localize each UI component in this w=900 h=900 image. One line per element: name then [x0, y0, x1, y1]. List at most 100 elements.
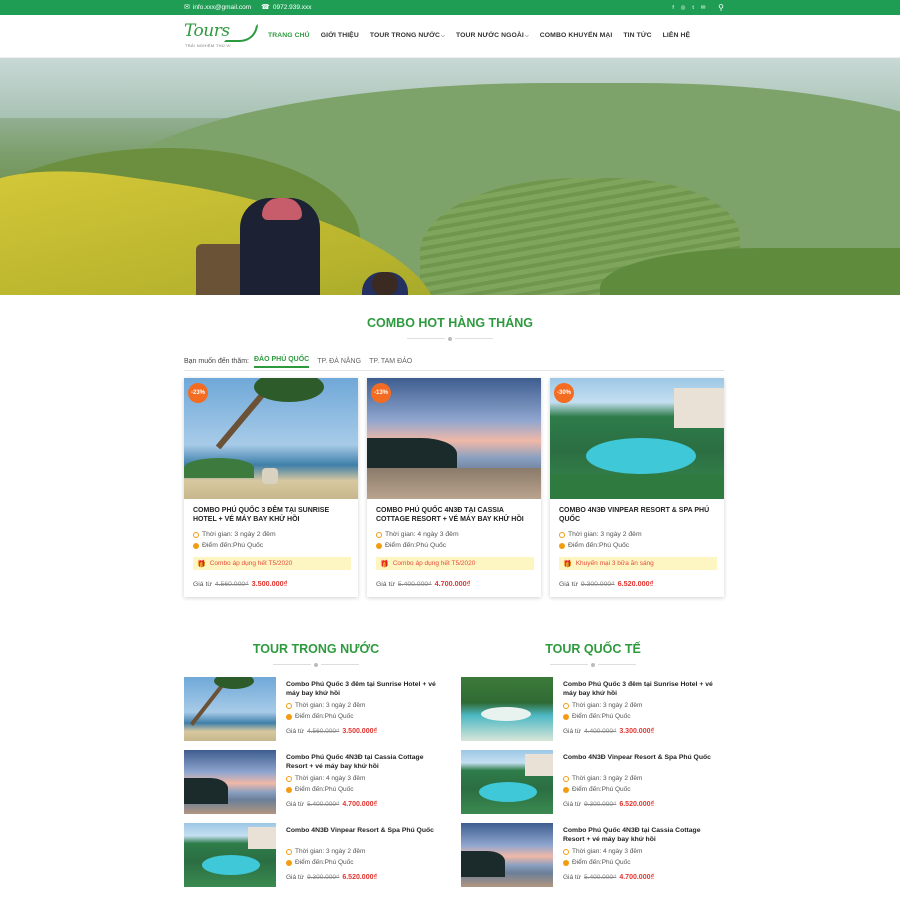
new-price: 4.700.000₫ — [619, 874, 655, 881]
duration-text: Thời gian: 3 ngày 2 đêm — [202, 531, 276, 538]
card-title[interactable]: COMBO PHÚ QUỐC 3 ĐÊM TẠI SUNRISE HOTEL +… — [193, 506, 350, 524]
card-title[interactable]: COMBO PHÚ QUỐC 4N3Đ TẠI CASSIA COTTAGE R… — [376, 506, 533, 524]
card-image[interactable] — [367, 378, 541, 499]
nav-combo-promo[interactable]: COMBO KHUYẾN MẠI — [540, 32, 613, 39]
list-destination: Điểm đến:Phú Quốc — [286, 786, 354, 793]
tab-da-nang[interactable]: TP. ĐÀ NẴNG — [317, 358, 361, 368]
hero-child-head — [372, 272, 398, 295]
duration-text: Thời gian: 3 ngày 2 đêm — [568, 531, 642, 538]
nav-contact[interactable]: LIÊN HỆ — [663, 32, 691, 39]
tabs-underline — [184, 370, 724, 371]
swing-people — [262, 468, 278, 484]
phone-text[interactable]: 0972.939.xxx — [273, 4, 312, 11]
list-thumb[interactable] — [184, 750, 276, 814]
nav-foreign-tours[interactable]: TOUR NƯỚC NGOÀI⌵ — [456, 32, 529, 39]
combo-card[interactable]: -30% COMBO 4N3Đ VINPEAR RESORT & SPA PHÚ… — [550, 378, 724, 597]
price-label: Giá từ — [563, 874, 582, 881]
list-price: Giá từ 4.400.000₫ 3.300.000₫ — [563, 728, 654, 735]
card-price: Giá từ 9.300.000₫ 6.520.000₫ — [559, 579, 653, 588]
phone-contact[interactable]: ☎ 0972.939.xxx — [261, 4, 311, 11]
list-destination: Điểm đến:Phú Quốc — [563, 786, 631, 793]
combo-card[interactable]: -13% COMBO PHÚ QUỐC 4N3Đ TẠI CASSIA COTT… — [367, 378, 541, 597]
clock-icon — [376, 531, 382, 538]
title-divider — [380, 336, 520, 341]
pool — [586, 438, 696, 474]
tab-tam-dao[interactable]: TP. TAM ĐẢO — [369, 358, 412, 368]
card-promo: 🎁 Combo áp dụng hết T5/2020 — [193, 557, 351, 570]
resort-building — [674, 388, 724, 428]
list-destination: Điểm đến:Phú Quốc — [563, 713, 631, 720]
list-item[interactable]: Combo Phú Quốc 3 đêm tại Sunrise Hotel +… — [461, 677, 731, 743]
list-title[interactable]: Combo Phú Quốc 4N3Đ tại Cassia Cottage R… — [563, 826, 723, 844]
card-promo: 🎁 Combo áp dụng hết T5/2020 — [376, 557, 534, 570]
price-label: Giá từ — [563, 728, 582, 735]
site-logo[interactable]: Tours TRẢI NGHIỆM THÚ VỊ — [184, 21, 258, 51]
island — [184, 458, 254, 478]
location-icon — [563, 713, 569, 720]
list-duration: Thời gian: 4 ngày 3 đêm — [286, 775, 365, 782]
chevron-down-icon: ⌵ — [441, 33, 445, 39]
card-destination: Điểm đến:Phú Quốc — [193, 542, 263, 549]
list-title[interactable]: Combo 4N3Đ Vinpear Resort & Spa Phú Quốc — [563, 753, 723, 762]
list-thumb[interactable] — [184, 823, 276, 887]
list-title[interactable]: Combo 4N3Đ Vinpear Resort & Spa Phú Quốc — [286, 826, 446, 835]
list-item[interactable]: Combo 4N3Đ Vinpear Resort & Spa Phú Quốc… — [184, 823, 454, 889]
clock-icon — [563, 848, 569, 855]
card-image[interactable] — [184, 378, 358, 499]
list-thumb[interactable] — [184, 677, 276, 741]
combo-card[interactable]: -23% COMBO PHÚ QUỐC 3 ĐÊM TẠI SUNRISE HO… — [184, 378, 358, 597]
twitter-icon[interactable]: t — [690, 5, 696, 11]
list-duration: Thời gian: 3 ngày 2 đêm — [563, 702, 642, 709]
nav-news[interactable]: TIN TỨC — [623, 32, 651, 39]
email-icon[interactable]: ✉ — [700, 5, 706, 11]
location-icon — [376, 542, 382, 549]
clock-icon — [286, 702, 292, 709]
facebook-icon[interactable]: f — [670, 5, 676, 11]
old-price: 4.560.000₫ — [307, 728, 340, 735]
new-price: 6.520.000₫ — [617, 579, 654, 588]
search-icon[interactable]: ⚲ — [718, 3, 724, 12]
list-title[interactable]: Combo Phú Quốc 3 đêm tại Sunrise Hotel +… — [563, 680, 723, 698]
clock-icon — [563, 702, 569, 709]
list-title[interactable]: Combo Phú Quốc 4N3Đ tại Cassia Cottage R… — [286, 753, 446, 771]
tree-silhouette — [184, 778, 228, 804]
discount-badge: -13% — [371, 383, 391, 403]
list-thumb[interactable] — [461, 677, 553, 741]
list-item[interactable]: Combo Phú Quốc 3 đêm tại Sunrise Hotel +… — [184, 677, 454, 743]
nav-domestic-tours[interactable]: TOUR TRONG NƯỚC⌵ — [370, 32, 445, 39]
new-price: 4.700.000₫ — [434, 579, 471, 588]
duration-text: Thời gian: 4 ngày 3 đêm — [385, 531, 459, 538]
chevron-down-icon: ⌵ — [524, 33, 529, 39]
nav-combo-label: COMBO KHUYẾN MẠI — [539, 32, 613, 39]
clock-icon — [563, 775, 569, 782]
list-item[interactable]: Combo Phú Quốc 4N3Đ tại Cassia Cottage R… — [461, 823, 731, 889]
nav-domestic-label: TOUR TRONG NƯỚC — [369, 32, 441, 39]
nav-home[interactable]: TRANG CHỦ — [268, 32, 310, 39]
list-duration: Thời gian: 3 ngày 2 đêm — [286, 848, 365, 855]
list-thumb[interactable] — [461, 750, 553, 814]
envelope-icon: ✉ — [184, 4, 190, 11]
hero-slider[interactable] — [0, 58, 900, 295]
list-item[interactable]: Combo 4N3Đ Vinpear Resort & Spa Phú Quốc… — [461, 750, 731, 816]
nav-about[interactable]: GIỚI THIỆU — [321, 32, 359, 39]
email-text[interactable]: info.xxx@gmail.com — [193, 4, 251, 11]
location-icon — [286, 786, 292, 793]
list-duration: Thời gian: 3 ngày 2 đêm — [563, 775, 642, 782]
discount-badge: -23% — [188, 383, 208, 403]
tab-phu-quoc[interactable]: ĐẢO PHÚ QUỐC — [254, 356, 310, 368]
instagram-icon[interactable]: ◎ — [680, 5, 686, 11]
duration-text: Thời gian: 3 ngày 2 đêm — [572, 775, 643, 782]
card-duration: Thời gian: 4 ngày 3 đêm — [376, 531, 459, 538]
clock-icon — [559, 531, 565, 538]
list-destination: Điểm đến:Phú Quốc — [563, 859, 631, 866]
card-title[interactable]: COMBO 4N3Đ VINPEAR RESORT & SPA PHÚ QUỐC — [559, 506, 716, 524]
duration-text: Thời gian: 3 ngày 2 đêm — [295, 848, 366, 855]
list-item[interactable]: Combo Phú Quốc 4N3Đ tại Cassia Cottage R… — [184, 750, 454, 816]
pool — [479, 782, 537, 802]
beach — [367, 468, 541, 499]
list-thumb[interactable] — [461, 823, 553, 887]
list-title[interactable]: Combo Phú Quốc 3 đêm tại Sunrise Hotel +… — [286, 680, 446, 698]
email-contact[interactable]: ✉ info.xxx@gmail.com — [184, 4, 251, 11]
card-image[interactable] — [550, 378, 724, 499]
card-duration: Thời gian: 3 ngày 2 đêm — [559, 531, 642, 538]
